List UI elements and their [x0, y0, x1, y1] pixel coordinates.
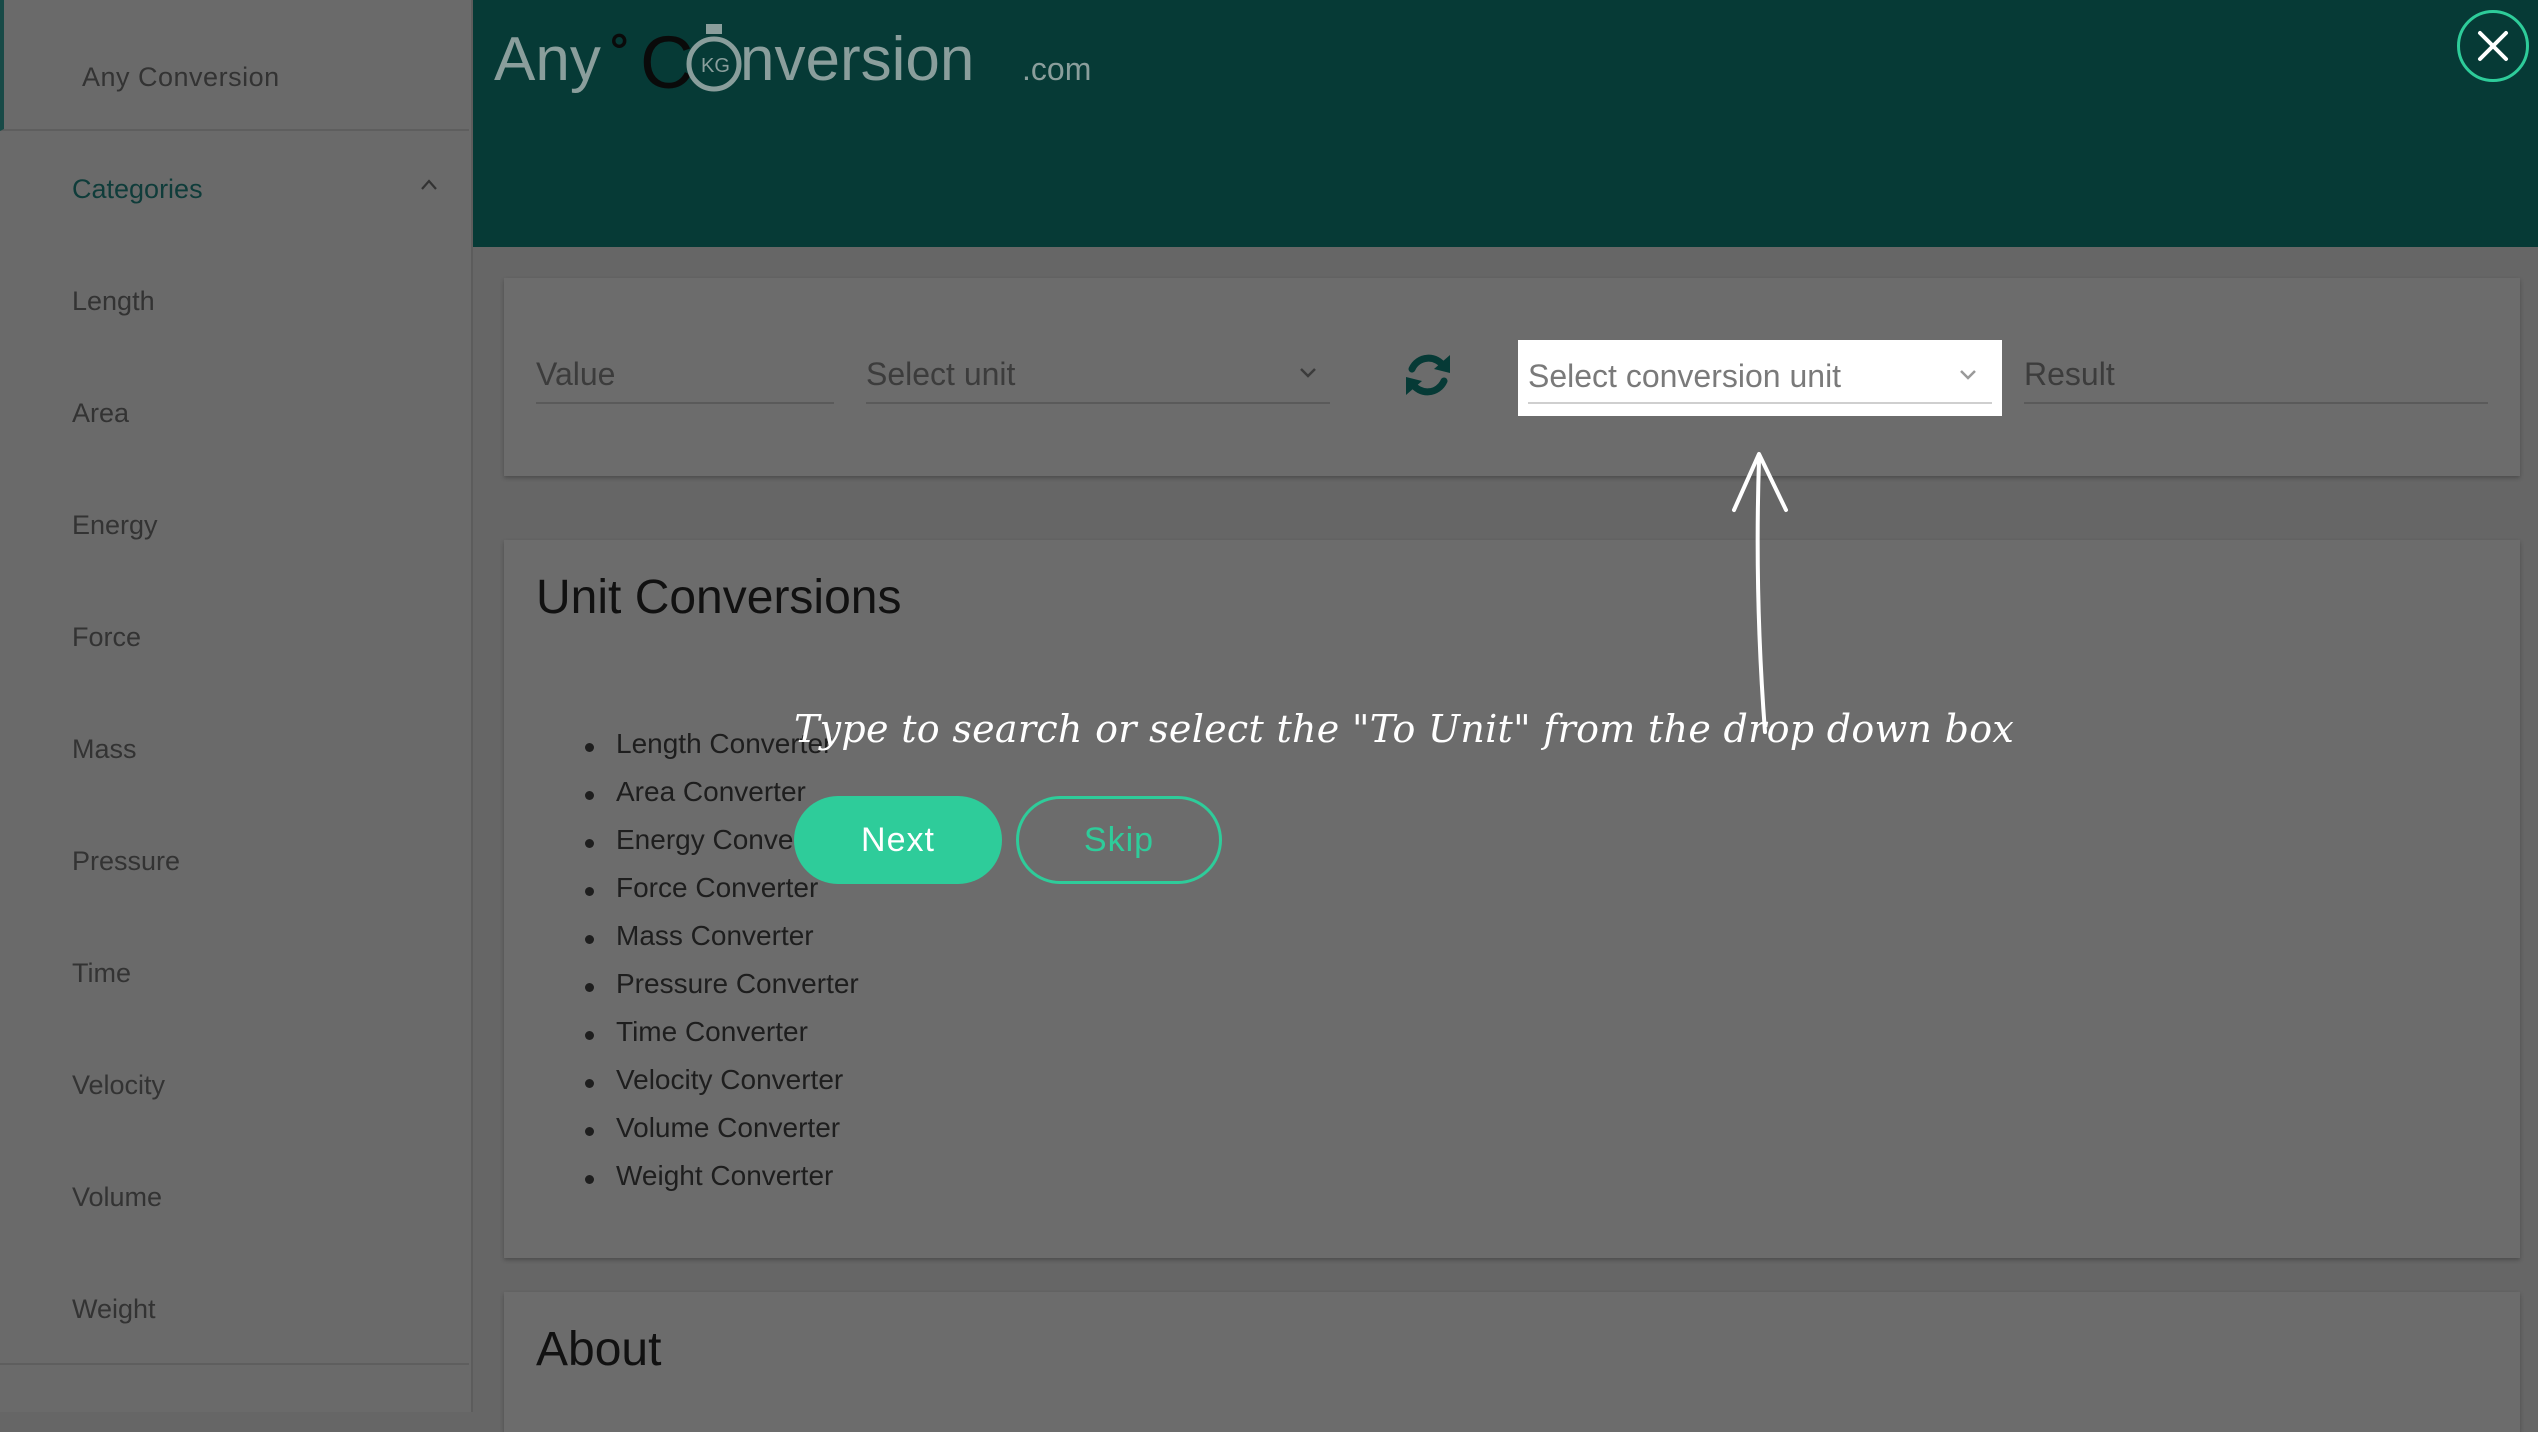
converter-card: [504, 278, 2520, 476]
tour-next-button[interactable]: Next: [794, 796, 1002, 884]
chevron-down-icon[interactable]: [1298, 366, 1318, 380]
to-unit-placeholder: Select conversion unit: [1528, 358, 1842, 394]
sidebar-item-velocity[interactable]: Velocity: [72, 1070, 165, 1101]
tour-skip-button[interactable]: Skip: [1016, 796, 1222, 884]
logo-any: Any: [494, 25, 601, 94]
list-item[interactable]: Area Converter: [585, 776, 806, 808]
value-input[interactable]: Value: [536, 356, 615, 393]
logo-degree: °: [610, 24, 628, 76]
stopwatch-icon: KG: [686, 24, 742, 92]
list-item[interactable]: Weight Converter: [584, 1160, 833, 1192]
refresh-swap-icon[interactable]: [1400, 347, 1456, 403]
about-title: About: [536, 1323, 662, 1376]
list-item[interactable]: Mass Converter: [585, 920, 814, 952]
sidebar-brand[interactable]: Any Conversion: [0, 0, 469, 131]
sidebar-item-length[interactable]: Length: [72, 286, 155, 317]
sidebar-categories-toggle[interactable]: Categories: [72, 174, 203, 205]
logo-kg: KG: [701, 55, 730, 77]
from-unit-select[interactable]: Select unit: [866, 356, 1015, 393]
tour-arrow-icon: [1732, 452, 1788, 734]
sidebar-item-mass[interactable]: Mass: [72, 734, 137, 765]
sidebar-item-volume[interactable]: Volume: [72, 1182, 162, 1213]
sidebar-item-weight[interactable]: Weight: [72, 1294, 156, 1325]
logo-c: C: [640, 21, 693, 104]
value-input-underline: [536, 402, 834, 404]
sidebar-item-time[interactable]: Time: [72, 958, 131, 989]
list-item[interactable]: Time Converter: [585, 1016, 808, 1048]
sidebar-divider: [0, 1363, 469, 1365]
to-unit-select[interactable]: Select conversion unit: [1518, 340, 2002, 416]
tour-tip-text: Type to search or select the "To Unit" f…: [794, 707, 2015, 751]
chevron-up-icon[interactable]: [420, 176, 438, 194]
unit-conversions-title: Unit Conversions: [536, 571, 902, 624]
logo-nversion: nversion: [740, 25, 974, 94]
sidebar-brand-label: Any Conversion: [82, 62, 280, 92]
close-icon: [2478, 31, 2508, 61]
tour-close-button[interactable]: [2457, 10, 2529, 82]
to-unit-underline: [1528, 402, 1992, 404]
result-field[interactable]: Result: [2024, 356, 2115, 393]
logo-tld: .com: [1022, 51, 1091, 87]
chevron-down-icon[interactable]: [1958, 368, 1978, 382]
sidebar-item-area[interactable]: Area: [72, 398, 129, 429]
result-underline: [2024, 402, 2488, 404]
from-unit-underline: [866, 402, 1330, 404]
sidebar: Any Conversion Categories Length Area En…: [0, 0, 473, 1412]
list-item[interactable]: Velocity Converter: [584, 1064, 843, 1096]
about-card: [504, 1292, 2520, 1432]
sidebar-item-pressure[interactable]: Pressure: [72, 846, 180, 877]
sidebar-item-force[interactable]: Force: [72, 622, 141, 653]
list-item[interactable]: Volume Converter: [584, 1112, 840, 1144]
list-item[interactable]: Force Converter: [584, 872, 818, 904]
site-logo[interactable]: Any ° C KG nversion .com: [492, 14, 1092, 104]
list-item[interactable]: Pressure Converter: [585, 968, 859, 1000]
sidebar-item-energy[interactable]: Energy: [72, 510, 158, 541]
